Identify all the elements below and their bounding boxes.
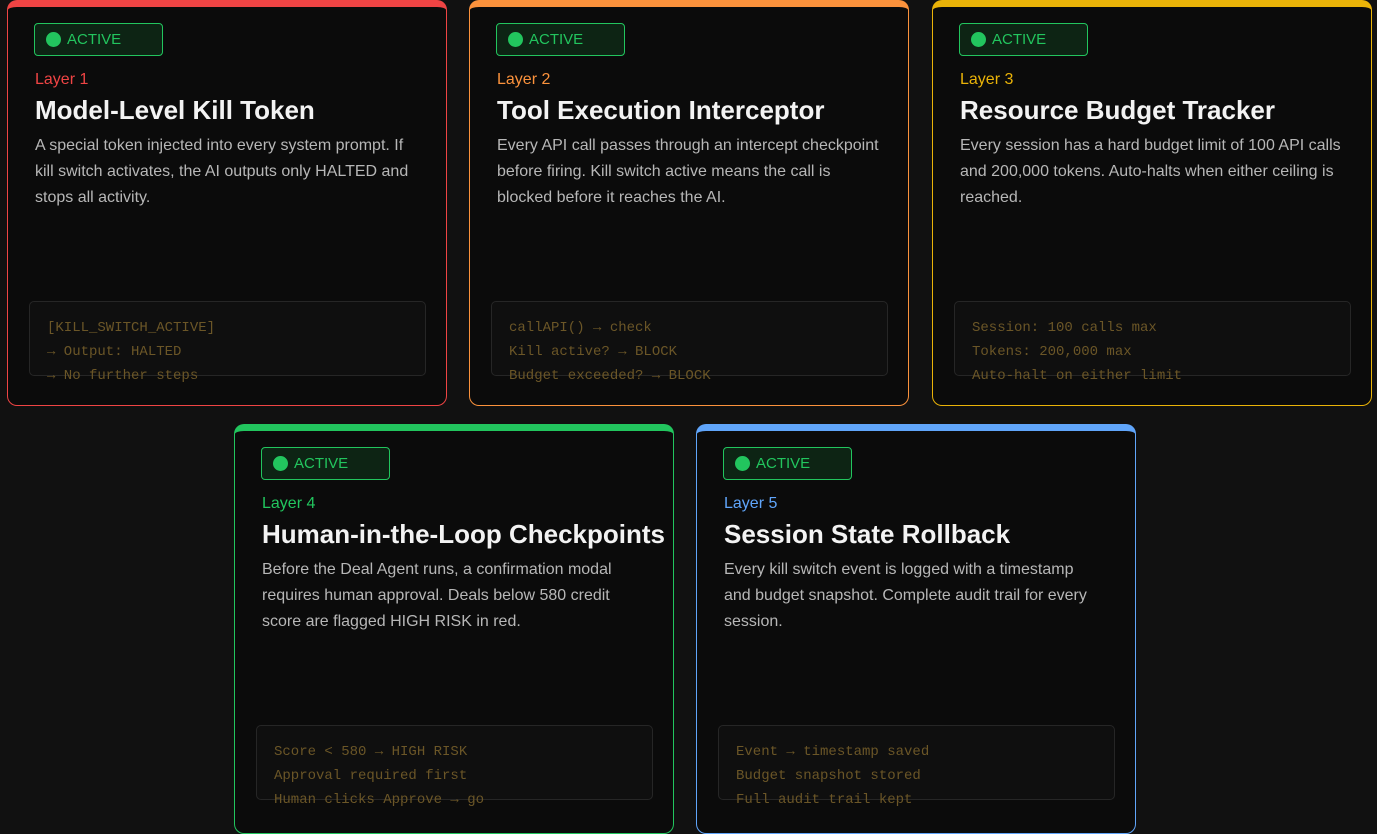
card-description: Every kill switch event is logged with a… [724, 561, 1087, 630]
layer-label: Layer 5 [724, 495, 778, 512]
code-line: Score < 580 → HIGH RISK [274, 744, 468, 760]
code-block: Score < 580 → HIGH RISK Approval require… [256, 725, 653, 808]
layer-label: Layer 3 [960, 71, 1014, 88]
layer-label: Layer 4 [262, 495, 316, 512]
card-description: A special token injected into every syst… [35, 137, 409, 206]
code-line: Human clicks Approve → go [274, 792, 485, 808]
status-badge: ACTIVE [723, 447, 852, 480]
status-label: ACTIVE [67, 31, 122, 48]
code-line: Tokens: 200,000 max [972, 344, 1132, 360]
status-label: ACTIVE [992, 31, 1047, 48]
card-title: Resource Budget Tracker [960, 95, 1276, 125]
code-line: Kill active? → BLOCK [509, 344, 678, 360]
layer-label: Layer 1 [35, 71, 89, 88]
card-title: Tool Execution Interceptor [497, 95, 825, 125]
status-label: ACTIVE [756, 455, 811, 472]
code-line: Approval required first [274, 768, 468, 784]
card-title: Human-in-the-Loop Checkpoints [262, 519, 665, 549]
card-title: Session State Rollback [724, 519, 1011, 549]
layer-card-3: ACTIVE Layer 3 Resource Budget Tracker E… [932, 0, 1372, 406]
code-line: Session: 100 calls max [972, 320, 1157, 336]
status-badge: ACTIVE [261, 447, 390, 480]
layer-label: Layer 2 [497, 71, 551, 88]
code-line: Auto-halt on either limit [972, 368, 1183, 384]
code-line: Full audit trail kept [736, 792, 913, 808]
status-dot-icon [273, 456, 288, 471]
code-line: callAPI() → check [509, 320, 652, 336]
card-title: Model-Level Kill Token [35, 95, 315, 125]
layer-card-4: ACTIVE Layer 4 Human-in-the-Loop Checkpo… [234, 424, 674, 834]
code-line: Budget exceeded? → BLOCK [509, 368, 711, 384]
status-label: ACTIVE [529, 31, 584, 48]
code-line: [KILL_SWITCH_ACTIVE] [47, 320, 216, 336]
code-block: [KILL_SWITCH_ACTIVE] → Output: HALTED → … [29, 301, 426, 384]
status-badge: ACTIVE [34, 23, 163, 56]
status-dot-icon [971, 32, 986, 47]
status-dot-icon [508, 32, 523, 47]
code-block: callAPI() → check Kill active? → BLOCK B… [491, 301, 888, 384]
card-description: Every API call passes through an interce… [497, 137, 879, 206]
layer-card-2: ACTIVE Layer 2 Tool Execution Intercepto… [469, 0, 909, 406]
layer-card-1: ACTIVE Layer 1 Model-Level Kill Token A … [7, 0, 447, 406]
card-description: Every session has a hard budget limit of… [960, 137, 1341, 206]
code-block: Session: 100 calls max Tokens: 200,000 m… [954, 301, 1351, 384]
status-badge: ACTIVE [496, 23, 625, 56]
code-line: Event → timestamp saved [736, 744, 930, 760]
status-dot-icon [46, 32, 61, 47]
card-description: Before the Deal Agent runs, a confirmati… [262, 561, 612, 630]
code-line: Budget snapshot stored [736, 768, 921, 784]
code-block: Event → timestamp saved Budget snapshot … [718, 725, 1115, 808]
status-label: ACTIVE [294, 455, 349, 472]
layer-card-5: ACTIVE Layer 5 Session State Rollback Ev… [696, 424, 1136, 834]
status-badge: ACTIVE [959, 23, 1088, 56]
code-line: → No further steps [47, 368, 199, 384]
code-line: → Output: HALTED [47, 344, 182, 360]
status-dot-icon [735, 456, 750, 471]
